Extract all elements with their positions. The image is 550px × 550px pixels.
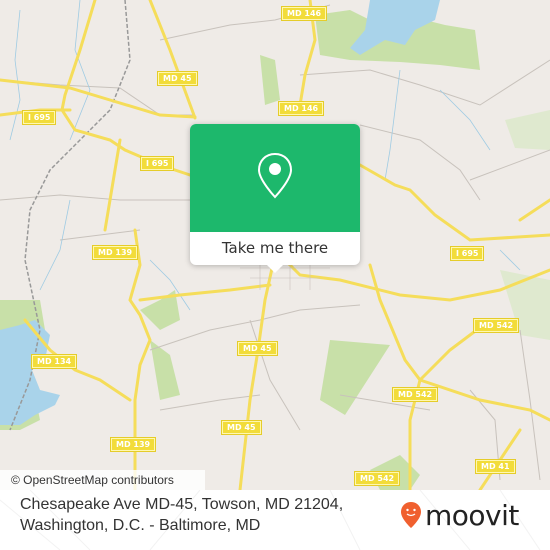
popup-header: [190, 124, 360, 232]
road-md542: [368, 263, 422, 490]
location-popup: Take me there: [190, 124, 360, 273]
map[interactable]: MD 146 MD 45 MD 146 I 695 I 695 MD 139 I…: [0, 0, 550, 490]
road-shield-md45: MD 45: [237, 341, 278, 356]
road-i695: [60, 0, 192, 177]
road-shield-md139: MD 139: [91, 245, 139, 260]
road-shield-md45: MD 45: [157, 71, 198, 86]
address-text: Chesapeake Ave MD-45, Towson, MD 21204, …: [20, 494, 343, 536]
road-shield-md41: MD 41: [475, 459, 516, 474]
take-me-there-button[interactable]: Take me there: [190, 232, 360, 265]
road-shield-i695: I 695: [21, 110, 57, 125]
moovit-logo[interactable]: moovit: [400, 498, 519, 532]
road-shield-i695: I 695: [139, 156, 175, 171]
moovit-pin-icon: [401, 502, 421, 528]
moovit-wordmark: moovit: [425, 498, 519, 532]
road-shield-md139: MD 139: [109, 437, 157, 452]
road-md139: [128, 228, 152, 490]
road-shield-i695: I 695: [449, 246, 485, 261]
road-shield-md146: MD 146: [277, 101, 325, 116]
road-shield-md542: MD 542: [391, 387, 439, 402]
popup-pointer: [266, 264, 284, 273]
river: [0, 320, 60, 425]
location-pin-icon: [257, 152, 293, 199]
road-shield-md134: MD 134: [30, 354, 78, 369]
park-area: [505, 110, 550, 150]
osm-attribution[interactable]: © OpenStreetMap contributors: [0, 470, 205, 490]
road-shield-md542: MD 542: [353, 471, 401, 486]
address-line-2: Washington, D.C. - Baltimore, MD: [20, 517, 261, 534]
park-area: [320, 340, 390, 415]
road-shield-md45: MD 45: [221, 420, 262, 435]
park-area: [260, 55, 280, 105]
address-line-1: Chesapeake Ave MD-45, Towson, MD 21204,: [20, 496, 344, 513]
road-i695-east: [358, 163, 550, 242]
road-shield-md542: MD 542: [472, 318, 520, 333]
road-shield-md146: MD 146: [280, 6, 328, 21]
road-md45-north: [148, 0, 197, 120]
road-md45-south: [238, 253, 277, 490]
